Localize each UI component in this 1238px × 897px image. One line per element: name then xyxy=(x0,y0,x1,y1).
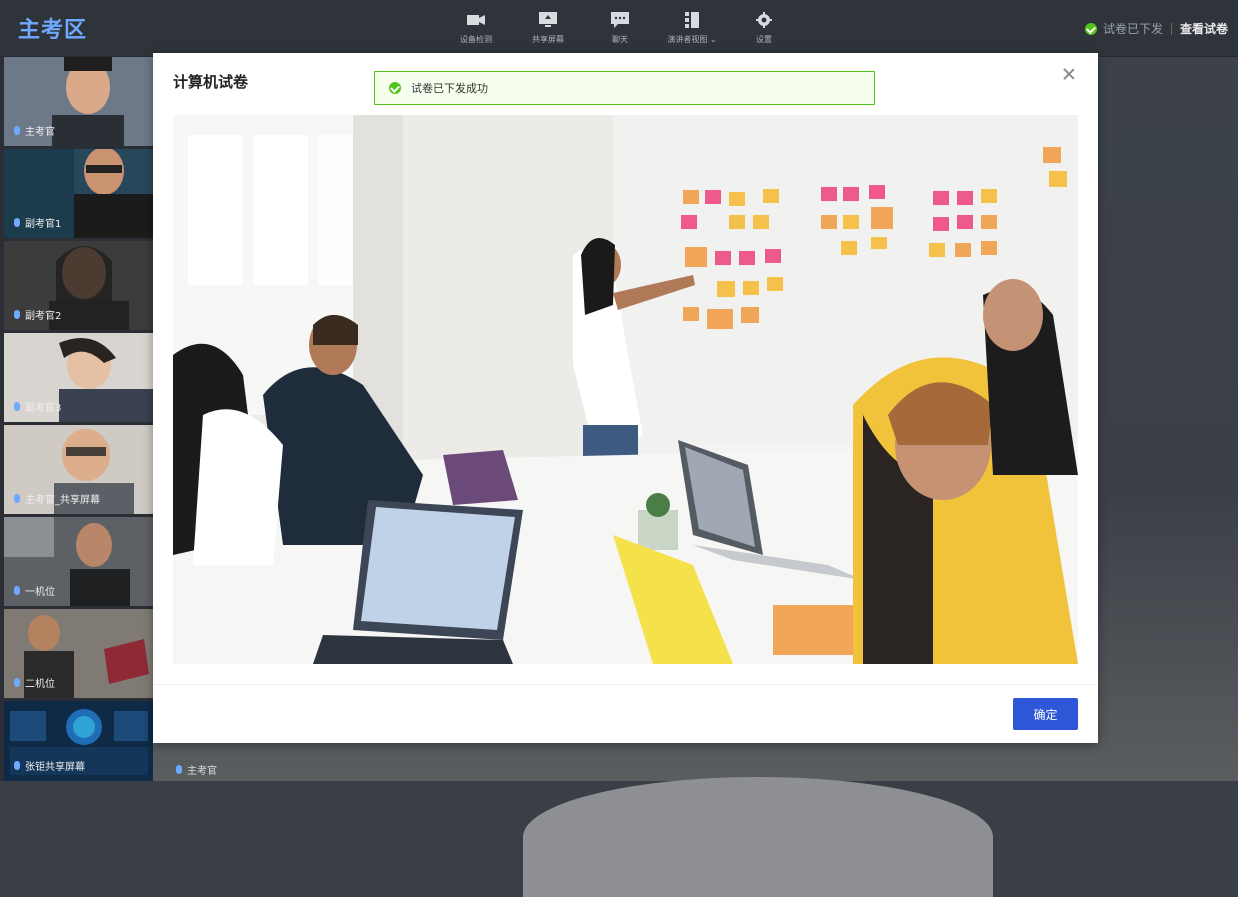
participant-name: 副考官3 xyxy=(25,403,62,414)
chat-button[interactable]: 聊天 xyxy=(590,10,650,45)
exam-paper-modal: 计算机试卷 试卷已下发成功 确定 xyxy=(153,53,1098,743)
mic-icon xyxy=(14,218,20,227)
check-circle-icon xyxy=(389,82,401,94)
speaker-video xyxy=(523,777,993,897)
settings-button[interactable]: 设置 xyxy=(734,10,794,45)
participant-name: 张钜共享屏幕 xyxy=(25,762,85,773)
chevron-down-icon: ⌄ xyxy=(709,35,717,44)
mic-icon xyxy=(14,402,20,411)
mic-icon xyxy=(176,765,182,774)
tool-label: 聊天 xyxy=(612,35,628,44)
participant-name: 主考官_共享屏幕 xyxy=(25,495,100,506)
mic-icon xyxy=(14,586,20,595)
current-speaker-label: 主考官 xyxy=(176,758,217,781)
participant-tile[interactable]: 一机位 xyxy=(4,517,153,606)
share-screen-button[interactable]: 共享屏幕 xyxy=(518,10,578,45)
participant-tile[interactable]: 张钜共享屏幕 xyxy=(4,701,153,781)
device-check-button[interactable]: 设备检测 xyxy=(446,10,506,45)
camera-icon xyxy=(446,10,506,30)
participant-tile[interactable]: 副考官1 xyxy=(4,149,153,238)
participant-name: 副考官2 xyxy=(25,311,62,322)
check-circle-icon xyxy=(1084,22,1097,35)
speaker-view-button[interactable]: 演讲者视图 ⌄ xyxy=(662,10,722,45)
divider xyxy=(153,684,1098,685)
confirm-button[interactable]: 确定 xyxy=(1013,698,1078,730)
speaker-view-icon xyxy=(662,10,722,30)
tool-label: 共享屏幕 xyxy=(532,35,564,44)
modal-title: 计算机试卷 xyxy=(173,73,249,91)
exam-status: 试卷已下发 查看试卷 xyxy=(1084,20,1228,37)
participant-tile[interactable]: 主考官 xyxy=(4,57,153,146)
mic-icon xyxy=(14,310,20,319)
mic-icon xyxy=(14,494,20,503)
toolbar: 设备检测 共享屏幕 聊天 演讲者视图 ⌄ 设置 xyxy=(446,10,806,45)
chat-icon xyxy=(590,10,650,30)
mic-icon xyxy=(14,678,20,687)
participant-name: 副考官1 xyxy=(25,219,62,230)
speaker-name: 主考官 xyxy=(187,766,217,777)
status-text: 试卷已下发 xyxy=(1102,22,1163,36)
mic-icon xyxy=(14,126,20,135)
mic-icon xyxy=(14,761,20,770)
exam-paper-image xyxy=(173,115,1078,664)
gear-icon xyxy=(734,10,794,30)
tool-label: 设备检测 xyxy=(460,35,492,44)
tool-label: 设置 xyxy=(756,35,772,44)
participant-name: 主考官 xyxy=(25,127,55,138)
divider xyxy=(1170,22,1172,35)
app-title: 主考区 xyxy=(18,18,88,43)
success-toast: 试卷已下发成功 xyxy=(374,71,875,105)
toast-message: 试卷已下发成功 xyxy=(411,82,488,95)
participant-tile[interactable]: 主考官_共享屏幕 xyxy=(4,425,153,514)
office-meeting-photo xyxy=(173,115,1078,664)
participant-list: 主考官 副考官1 副考官2 副考官3 主考官_共享屏幕 一机位 二机位 张钜共享… xyxy=(0,57,153,781)
top-bar: 主考区 设备检测 共享屏幕 聊天 演讲者视图 ⌄ 设置 试卷已下发 查看试卷 xyxy=(0,0,1238,57)
tool-label: 演讲者视图 ⌄ xyxy=(667,35,717,44)
close-icon[interactable] xyxy=(1062,67,1076,81)
participant-name: 一机位 xyxy=(25,587,55,598)
share-screen-icon xyxy=(518,10,578,30)
participant-tile[interactable]: 二机位 xyxy=(4,609,153,698)
view-exam-link[interactable]: 查看试卷 xyxy=(1180,20,1228,37)
participant-tile[interactable]: 副考官3 xyxy=(4,333,153,422)
participant-name: 二机位 xyxy=(25,679,55,690)
participant-tile[interactable]: 副考官2 xyxy=(4,241,153,330)
